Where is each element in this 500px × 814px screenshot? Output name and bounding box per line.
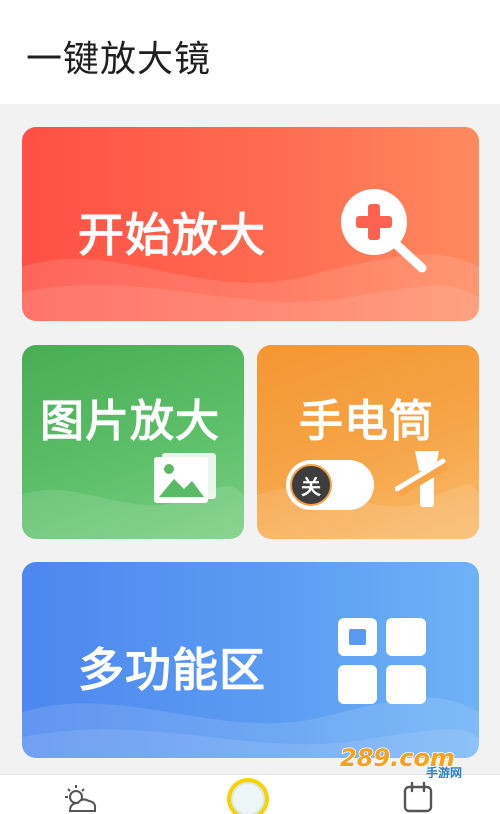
start-zoom-card[interactable]: 开始放大 [22, 127, 479, 321]
tab-magnifier[interactable] [222, 775, 274, 814]
app-title: 一键放大镜 [26, 39, 212, 80]
flashlight-toggle[interactable]: 关 [286, 460, 374, 510]
magnifier-icon [227, 778, 269, 814]
multifunction-label: 多功能区 [78, 643, 266, 697]
tab-calendar[interactable] [402, 775, 438, 814]
weather-icon [65, 785, 97, 812]
start-zoom-label: 开始放大 [78, 208, 266, 262]
calendar-icon [403, 781, 433, 813]
flashlight-toggle-knob: 关 [290, 464, 332, 506]
site-watermark: 289.com 手游网 [340, 744, 462, 778]
flashlight-card[interactable]: 手电筒 关 [257, 345, 479, 539]
grid-icon [338, 618, 426, 704]
zoom-in-icon [341, 189, 427, 273]
flashlight-off-icon [395, 451, 450, 507]
app-header: 一键放大镜 [0, 0, 500, 104]
bottom-tab-bar [0, 774, 500, 814]
photo-zoom-label: 图片放大 [40, 396, 220, 447]
watermark-subtext: 手游网 [426, 765, 462, 778]
photo-zoom-card[interactable]: 图片放大 [22, 345, 244, 539]
tab-weather[interactable] [62, 775, 102, 814]
multifunction-card[interactable]: 多功能区 [22, 562, 479, 758]
flashlight-label: 手电筒 [299, 396, 434, 447]
image-icon [154, 453, 216, 503]
